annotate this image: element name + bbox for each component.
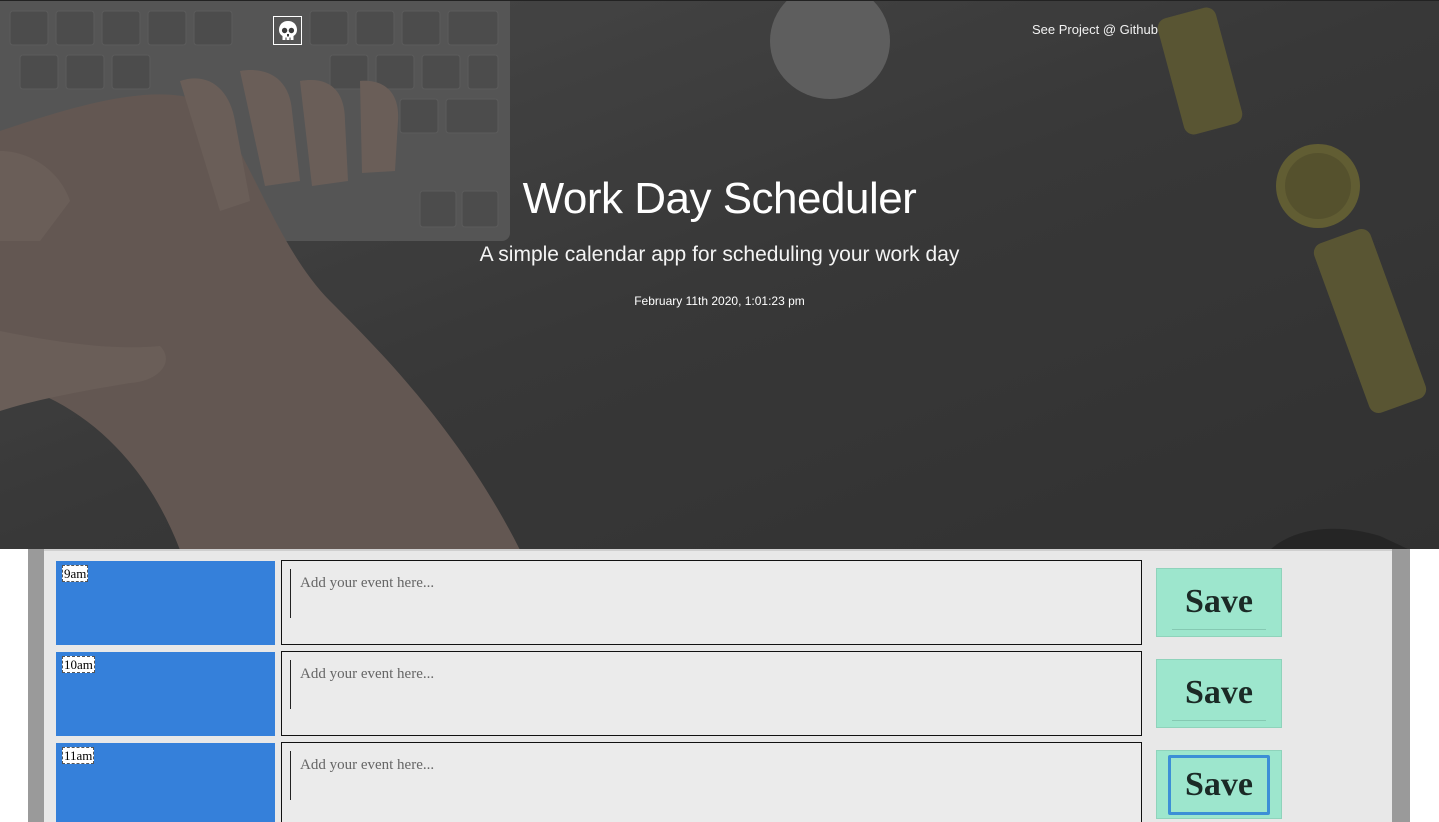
time-block-row: 9am Save <box>44 560 1392 645</box>
time-block-list: 9am Save 10am Save 11am <box>44 549 1392 822</box>
event-box[interactable] <box>281 560 1142 645</box>
save-button[interactable]: Save <box>1156 568 1282 637</box>
page-subtitle: A simple calendar app for scheduling you… <box>479 243 960 266</box>
save-button-label: Save <box>1168 754 1270 815</box>
logo[interactable] <box>273 16 302 45</box>
text-cursor <box>290 569 291 618</box>
hour-block: 11am <box>56 743 275 822</box>
save-button[interactable]: Save <box>1156 659 1282 728</box>
event-box[interactable] <box>281 742 1142 822</box>
page-title: Work Day Scheduler <box>522 174 917 223</box>
time-block-row: 10am Save <box>44 651 1392 736</box>
event-box[interactable] <box>281 651 1142 736</box>
save-button-label: Save <box>1172 576 1266 630</box>
save-button[interactable]: Save <box>1156 750 1282 819</box>
text-cursor <box>290 751 291 800</box>
event-input[interactable] <box>292 569 1122 629</box>
hour-label: 10am <box>62 656 95 673</box>
github-link[interactable]: See Project @ Github <box>1032 22 1158 37</box>
hour-block: 10am <box>56 652 275 736</box>
current-datetime: February 11th 2020, 1:01:23 pm <box>634 294 805 308</box>
hour-block: 9am <box>56 561 275 645</box>
hero-header: See Project @ Github Work Day Scheduler … <box>0 0 1439 549</box>
hero-overlay <box>0 1 1439 549</box>
text-cursor <box>290 660 291 709</box>
skull-icon <box>278 20 297 40</box>
scheduler-container: 9am Save 10am Save 11am <box>28 549 1410 822</box>
event-input[interactable] <box>292 751 1122 811</box>
hour-label: 11am <box>62 747 95 764</box>
time-block-row: 11am Save <box>44 742 1392 822</box>
event-input[interactable] <box>292 660 1122 720</box>
hour-label: 9am <box>62 565 89 582</box>
save-button-label: Save <box>1172 667 1266 721</box>
